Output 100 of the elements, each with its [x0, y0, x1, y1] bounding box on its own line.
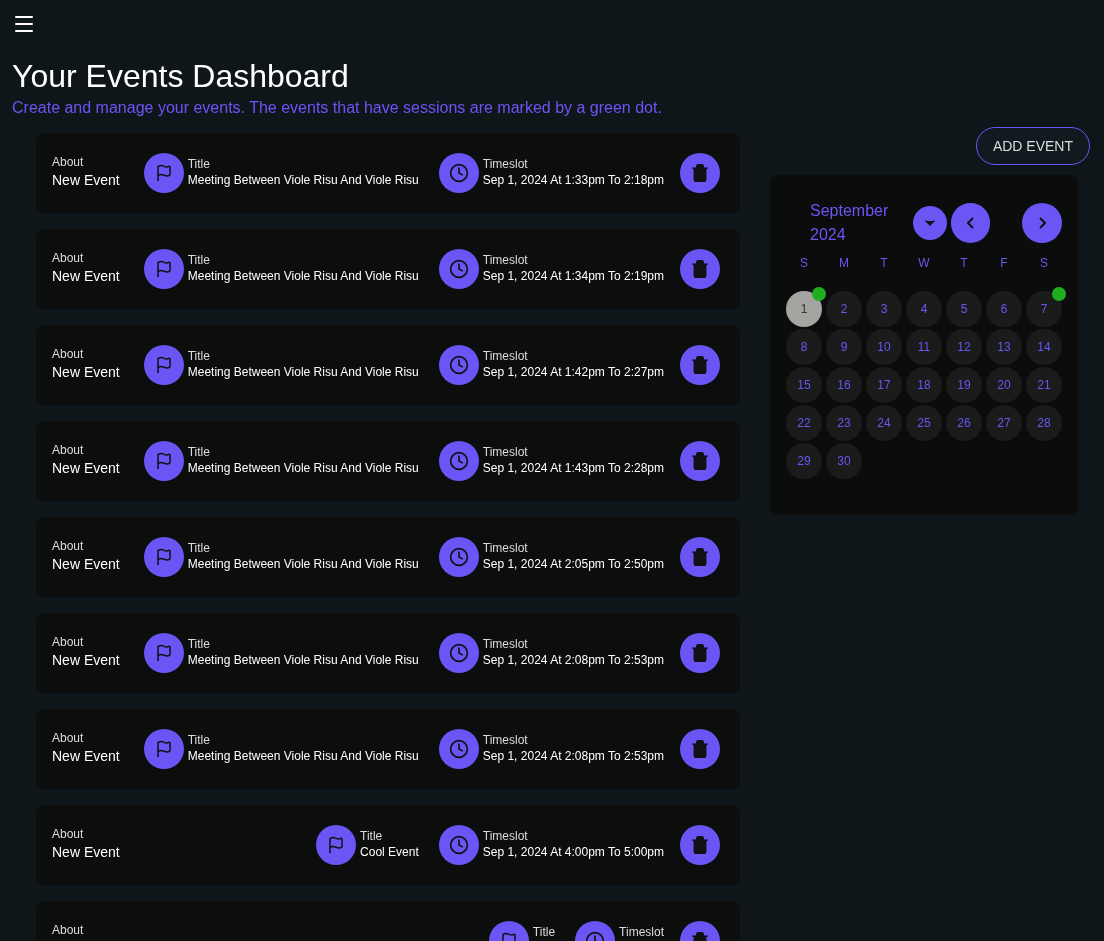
calendar-day[interactable]: 17	[866, 367, 902, 403]
calendar-day[interactable]: 2	[826, 291, 862, 327]
clock-icon	[438, 249, 479, 289]
clock-icon	[438, 633, 479, 673]
timeslot-label: Timeslot	[482, 252, 529, 268]
calendar-day[interactable]: 6	[986, 291, 1022, 327]
about-label: About	[52, 730, 85, 746]
clock-icon	[438, 729, 479, 769]
trash-icon	[690, 547, 710, 567]
weekday-label: S	[799, 255, 809, 271]
event-about: New Event	[52, 555, 121, 574]
event-title: Meeting Between Viole Risu And Viole Risu	[187, 652, 419, 668]
calendar-day[interactable]: 23	[826, 405, 862, 441]
calendar-day[interactable]: 8	[786, 329, 822, 365]
event-about: New Event	[52, 363, 121, 382]
timeslot-label: Timeslot	[482, 540, 529, 556]
calendar-day[interactable]: 30	[826, 443, 862, 479]
event-timeslot: Sep 1, 2024 At 4:00pm To 5:00pm	[482, 844, 664, 860]
trash-icon	[690, 835, 710, 855]
previous-month-button[interactable]	[950, 203, 991, 243]
timeslot-label: Timeslot	[482, 636, 529, 652]
timeslot-label: Timeslot	[482, 444, 529, 460]
calendar-day[interactable]: 10	[866, 329, 902, 365]
about-label: About	[52, 346, 85, 362]
title-label: Title	[187, 156, 211, 172]
calendar-day[interactable]: 24	[866, 405, 902, 441]
event-title: Meeting Between Viole Risu And Viole Risu	[187, 364, 419, 380]
calendar-day[interactable]: 21	[1026, 367, 1062, 403]
event-title: Cool Event	[360, 844, 419, 860]
delete-button[interactable]	[680, 633, 720, 673]
about-label: About	[52, 538, 85, 554]
calendar-day[interactable]: 4	[906, 291, 942, 327]
trash-icon	[690, 451, 710, 471]
event-title: Meeting Between Viole Risu And Viole Risu	[187, 748, 419, 764]
title-label: Title	[532, 924, 556, 940]
about-label: About	[52, 922, 85, 938]
trash-icon	[690, 259, 710, 279]
timeslot-label: Timeslot	[482, 156, 529, 172]
calendar-day[interactable]: 22	[786, 405, 822, 441]
weekday-label: M	[838, 255, 850, 271]
event-title: Meeting Between Viole Risu And Viole Risu	[187, 556, 419, 572]
event-about: New Event	[52, 843, 121, 862]
title-label: Title	[187, 444, 211, 460]
calendar-day[interactable]: 12	[946, 329, 982, 365]
calendar-day[interactable]: 27	[986, 405, 1022, 441]
calendar-day[interactable]: 15	[786, 367, 822, 403]
calendar-day[interactable]: 18	[906, 367, 942, 403]
calendar-day[interactable]: 25	[906, 405, 942, 441]
calendar-day[interactable]: 20	[986, 367, 1022, 403]
calendar-day[interactable]: 29	[786, 443, 822, 479]
calendar-month: September	[810, 201, 890, 221]
calendar-day[interactable]: 19	[946, 367, 982, 403]
trash-icon	[690, 163, 710, 183]
add-event-button[interactable]: ADD EVENT	[975, 127, 1090, 165]
weekday-label: W	[917, 255, 931, 271]
calendar-day[interactable]: 5	[946, 291, 982, 327]
title-label: Title	[187, 348, 211, 364]
delete-button[interactable]	[680, 249, 720, 289]
calendar-day[interactable]: 28	[1026, 405, 1062, 441]
month-dropdown-button[interactable]	[913, 206, 947, 240]
calendar-day[interactable]: 1	[786, 291, 822, 327]
flag-icon	[143, 633, 184, 673]
delete-button[interactable]	[680, 441, 720, 481]
delete-button[interactable]	[680, 537, 720, 577]
chevron-right-icon	[1038, 217, 1046, 229]
calendar-day[interactable]: 26	[946, 405, 982, 441]
about-label: About	[52, 250, 85, 266]
event-timeslot: Sep 1, 2024 At 1:43pm To 2:28pm	[482, 460, 664, 476]
about-label: About	[52, 442, 85, 458]
calendar-day[interactable]: 16	[826, 367, 862, 403]
clock-icon	[438, 345, 479, 385]
calendar-day[interactable]: 9	[826, 329, 862, 365]
timeslot-label: Timeslot	[482, 348, 529, 364]
calendar-day[interactable]: 11	[906, 329, 942, 365]
event-timeslot: Sep 1, 2024 At 2:08pm To 2:53pm	[482, 652, 664, 668]
clock-icon	[438, 153, 479, 193]
weekday-label: S	[1039, 255, 1049, 271]
event-title: Meeting Between Viole Risu And Viole Risu	[187, 172, 419, 188]
calendar-day[interactable]: 7	[1026, 291, 1062, 327]
page-title: Your Events Dashboard	[12, 57, 350, 96]
clock-icon	[438, 441, 479, 481]
title-label: Title	[187, 732, 211, 748]
next-month-button[interactable]	[1022, 203, 1062, 243]
event-timeslot: Sep 1, 2024 At 2:08pm To 2:53pm	[482, 748, 664, 764]
event-about: New Event	[52, 459, 121, 478]
calendar-day[interactable]: 13	[986, 329, 1022, 365]
title-label: Title	[360, 828, 384, 844]
delete-button[interactable]	[680, 153, 720, 193]
title-label: Title	[187, 540, 211, 556]
trash-icon	[690, 643, 710, 663]
calendar-day[interactable]: 14	[1026, 329, 1062, 365]
delete-button[interactable]	[680, 729, 720, 769]
title-label: Title	[187, 636, 211, 652]
calendar-day[interactable]: 3	[866, 291, 902, 327]
delete-button[interactable]	[680, 345, 720, 385]
delete-button[interactable]	[680, 825, 720, 865]
flag-icon	[316, 825, 357, 865]
chevron-left-icon	[967, 217, 975, 229]
flag-icon	[143, 537, 184, 577]
event-title: Meeting Between Viole Risu And Viole Risu	[187, 268, 419, 284]
